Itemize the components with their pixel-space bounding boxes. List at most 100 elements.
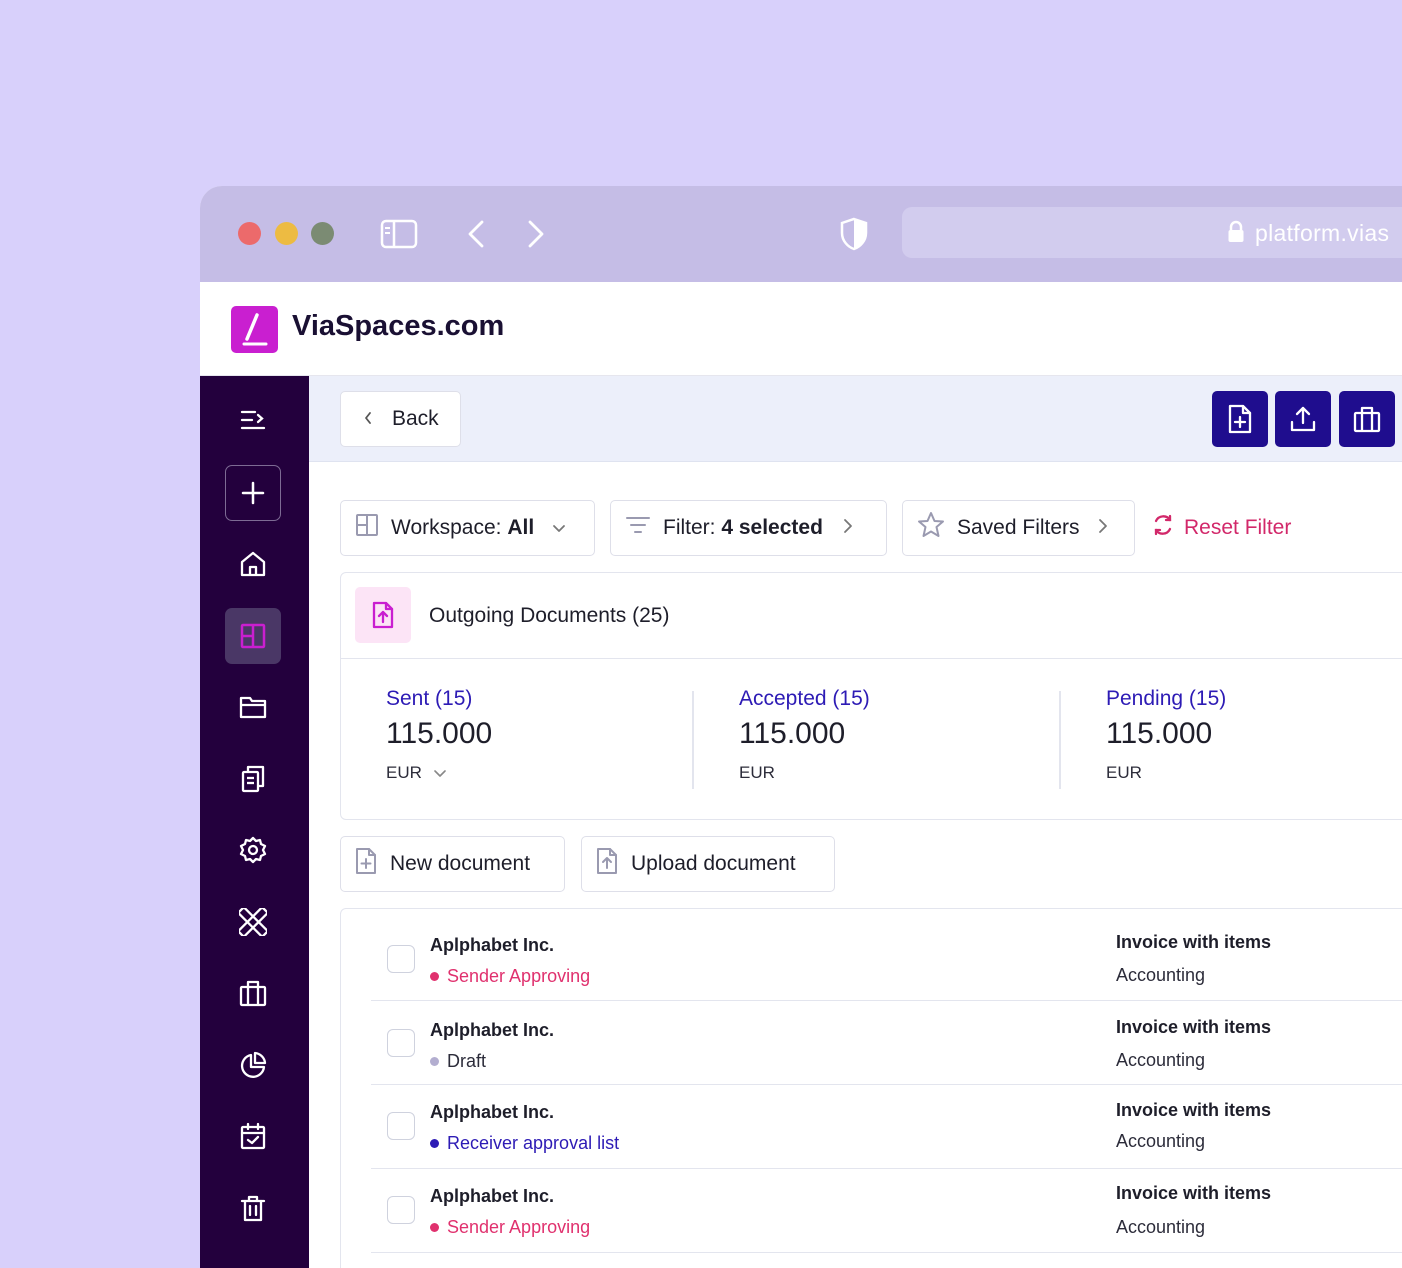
status-dot (430, 1223, 439, 1232)
new-file-icon (1228, 404, 1252, 434)
briefcase-icon (1353, 406, 1381, 433)
document-category: Accounting (1116, 1217, 1206, 1237)
stat-label: Sent (15) (386, 687, 473, 710)
menu-collapse-icon[interactable] (225, 392, 281, 448)
back-arrow-icon[interactable] (466, 219, 486, 254)
chevron-right-icon (843, 516, 853, 540)
list-item[interactable]: Aplphabet Inc. Draft Invoice with items … (371, 1001, 1402, 1085)
status-dot (430, 972, 439, 981)
refresh-icon (1152, 514, 1174, 542)
new-file-icon (354, 847, 378, 881)
currency-label: EUR (1106, 763, 1142, 782)
maximize-window-button[interactable] (311, 222, 334, 245)
forward-arrow-icon[interactable] (526, 219, 546, 254)
workspace-dropdown[interactable]: Workspace: All (340, 500, 595, 556)
document-type: Invoice with items (1116, 932, 1272, 952)
lock-icon (1227, 220, 1245, 249)
status-label: Receiver approval list (447, 1133, 620, 1153)
upload-icon (1290, 406, 1316, 432)
back-button[interactable]: Back (340, 391, 461, 447)
filter-icon (625, 515, 651, 541)
calendar-check-icon[interactable] (225, 1108, 281, 1164)
document-category: Accounting (1116, 965, 1206, 985)
upload-document-button[interactable]: Upload document (581, 836, 835, 892)
folder-icon[interactable] (225, 679, 281, 735)
pie-chart-icon[interactable] (225, 1037, 281, 1093)
trash-icon[interactable] (225, 1180, 281, 1236)
stat-divider (1059, 691, 1061, 789)
add-icon[interactable] (225, 465, 281, 521)
list-item[interactable]: Aplphabet Inc. Receiver approval list In… (371, 1085, 1402, 1169)
stat-label: Pending (15) (1106, 687, 1227, 710)
sidebar-toggle-icon[interactable] (380, 219, 418, 254)
page-toolbar: Back (309, 376, 1402, 462)
document-company: Aplphabet Inc. (430, 1186, 555, 1206)
browser-window: platform.vias ViaSpaces.com Back Workspa… (200, 186, 1402, 1268)
address-bar[interactable]: platform.vias (902, 207, 1402, 258)
stat-divider (692, 691, 694, 789)
stat-sent[interactable]: Sent (15) 115.000 EUR (386, 687, 492, 783)
chevron-left-icon (363, 407, 373, 431)
document-list: Aplphabet Inc. Sender Approving Invoice … (340, 908, 1402, 1268)
workspace-prefix: Workspace: (391, 516, 502, 539)
document-type: Invoice with items (1116, 1183, 1272, 1203)
briefcase-icon[interactable] (225, 965, 281, 1021)
new-file-button[interactable] (1212, 391, 1268, 447)
brand-name[interactable]: ViaSpaces.com (292, 310, 504, 343)
document-category: Accounting (1116, 1050, 1206, 1070)
star-icon (917, 511, 945, 545)
main-content: Back Workspace: All Filter: 4 selected S… (309, 376, 1402, 1268)
stat-value: 115.000 (386, 717, 493, 750)
document-company: Aplphabet Inc. (430, 935, 555, 955)
row-checkbox[interactable] (387, 1196, 415, 1224)
status-label: Sender Approving (447, 966, 591, 986)
tools-icon[interactable] (225, 894, 281, 950)
currency-label: EUR (386, 763, 422, 782)
outgoing-documents-card: Outgoing Documents (25) Sent (15) 115.00… (340, 572, 1402, 820)
close-window-button[interactable] (238, 222, 261, 245)
stat-pending[interactable]: Pending (15) 115.000 EUR (1106, 687, 1226, 783)
row-checkbox[interactable] (387, 1029, 415, 1057)
filter-value: 4 selected (721, 516, 823, 539)
list-item[interactable]: Aplphabet Inc. Sender Approving Invoice … (371, 1169, 1402, 1253)
document-company: Aplphabet Inc. (430, 1102, 555, 1122)
minimize-window-button[interactable] (275, 222, 298, 245)
document-category: Accounting (1116, 1131, 1206, 1151)
currency-dropdown[interactable]: EUR (386, 763, 492, 783)
filter-button[interactable]: Filter: 4 selected (610, 500, 887, 556)
upload-document-label: Upload document (631, 852, 796, 875)
workspace-value: All (507, 516, 535, 539)
brand-logo[interactable] (231, 306, 278, 353)
home-icon[interactable] (225, 536, 281, 592)
settings-icon[interactable] (225, 822, 281, 878)
list-item[interactable]: Aplphabet Inc. Sender Approving Invoice … (371, 909, 1402, 1001)
document-type: Invoice with items (1116, 1100, 1272, 1120)
row-checkbox[interactable] (387, 1112, 415, 1140)
documents-icon[interactable] (225, 751, 281, 807)
document-status: Receiver approval list (430, 1133, 619, 1154)
currency-label: EUR (739, 763, 775, 782)
browser-toolbar: platform.vias (200, 186, 1402, 282)
status-dot (430, 1139, 439, 1148)
summary-header: Outgoing Documents (25) (341, 573, 1402, 659)
upload-button[interactable] (1275, 391, 1331, 447)
new-document-label: New document (390, 852, 531, 875)
stat-accepted[interactable]: Accepted (15) 115.000 EUR (739, 687, 870, 783)
new-document-button[interactable]: New document (340, 836, 565, 892)
filter-prefix: Filter: (663, 516, 716, 539)
status-label: Draft (447, 1051, 487, 1071)
url-text: platform.vias (1255, 220, 1390, 246)
document-company: Aplphabet Inc. (430, 1020, 555, 1040)
reset-filter-button[interactable]: Reset Filter (1152, 514, 1291, 542)
shield-icon[interactable] (840, 217, 868, 256)
saved-filters-button[interactable]: Saved Filters (902, 500, 1135, 556)
briefcase-button[interactable] (1339, 391, 1395, 447)
workspace-icon[interactable] (225, 608, 281, 664)
chevron-down-icon (552, 516, 566, 540)
document-status: Sender Approving (430, 1217, 590, 1238)
row-checkbox[interactable] (387, 945, 415, 973)
saved-filters-label: Saved Filters (957, 516, 1080, 539)
chevron-right-icon (1098, 516, 1108, 540)
stat-value: 115.000 (1106, 717, 1213, 750)
document-type: Invoice with items (1116, 1017, 1272, 1037)
